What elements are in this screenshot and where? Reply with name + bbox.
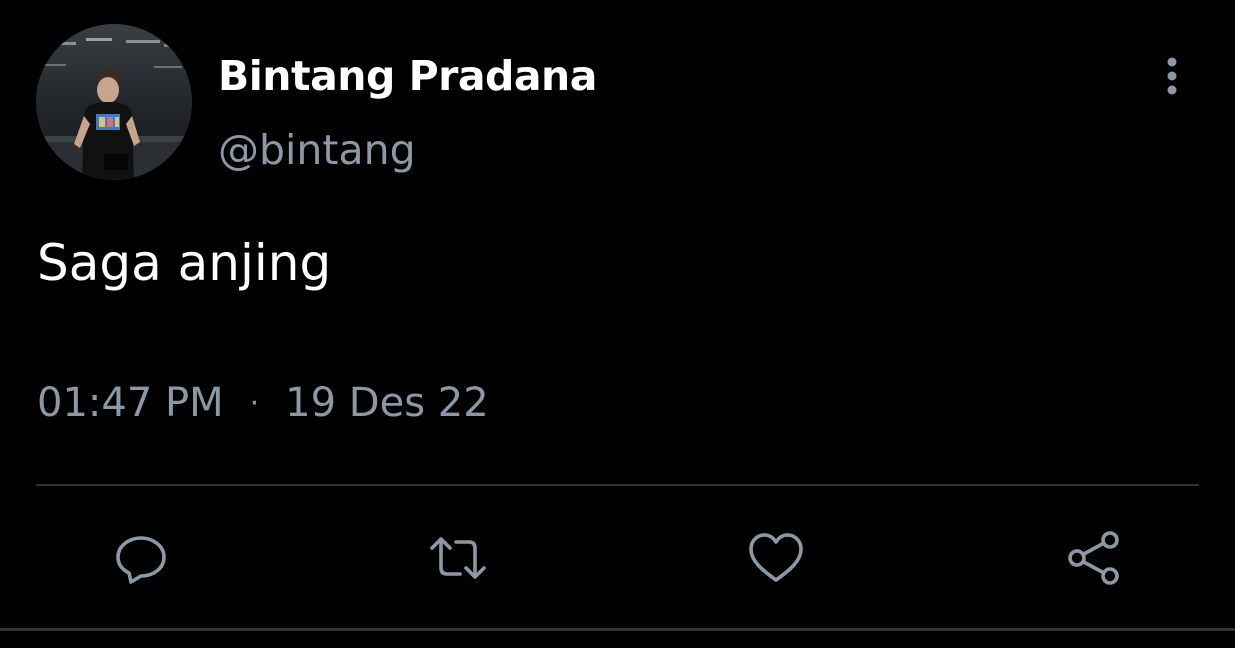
author-handle[interactable]: @bintang xyxy=(218,126,416,174)
reply-icon xyxy=(116,536,166,584)
retweet-button[interactable] xyxy=(428,528,488,588)
divider xyxy=(36,484,1199,486)
tweet-text: Saga anjing xyxy=(37,234,332,292)
meta-separator: · xyxy=(249,385,260,421)
tweet-timestamp[interactable]: 01:47 PM · 19 Des 22 xyxy=(37,380,489,426)
more-vertical-icon xyxy=(1167,57,1177,95)
bottom-divider xyxy=(0,628,1235,631)
author-display-name[interactable]: Bintang Pradana xyxy=(218,52,597,100)
like-icon xyxy=(749,533,803,582)
avatar[interactable] xyxy=(36,24,192,180)
share-button[interactable] xyxy=(1064,528,1124,588)
more-options-button[interactable] xyxy=(1150,52,1194,96)
like-button[interactable] xyxy=(746,528,806,588)
share-icon xyxy=(1068,531,1119,585)
avatar-photo xyxy=(36,24,192,180)
retweet-icon xyxy=(430,537,486,579)
tweet-time: 01:47 PM xyxy=(37,380,224,426)
tweet-date: 19 Des 22 xyxy=(285,380,489,426)
tweet-detail: Bintang Pradana @bintang Saga anjing 01:… xyxy=(0,0,1235,648)
reply-button[interactable] xyxy=(111,528,171,588)
